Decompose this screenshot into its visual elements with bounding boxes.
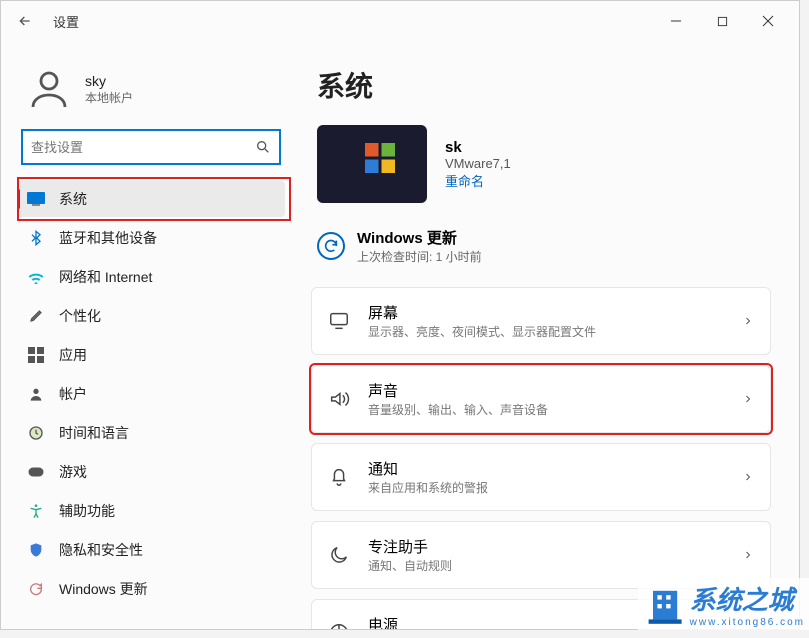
apps-icon bbox=[27, 346, 45, 364]
watermark-url: www.xitong86.com bbox=[690, 617, 805, 628]
nav-label: 辅助功能 bbox=[59, 501, 115, 521]
nav-label: 帐户 bbox=[59, 384, 87, 404]
card-display[interactable]: 屏幕 显示器、亮度、夜间模式、显示器配置文件 bbox=[311, 287, 771, 355]
nav-item-network[interactable]: 网络和 Internet bbox=[17, 259, 285, 295]
profile-account-type: 本地帐户 bbox=[85, 89, 133, 106]
card-notifications[interactable]: 通知 来自应用和系统的警报 bbox=[311, 443, 771, 511]
moon-icon bbox=[328, 544, 350, 566]
update-sync-icon bbox=[317, 232, 345, 260]
card-sub: 显示器、亮度、夜间模式、显示器配置文件 bbox=[368, 323, 596, 340]
sidebar: sky 本地帐户 系统 bbox=[1, 41, 301, 629]
bell-icon bbox=[328, 466, 350, 488]
nav-label: 隐私和安全性 bbox=[59, 540, 143, 560]
nav-item-apps[interactable]: 应用 bbox=[17, 337, 285, 373]
nav-item-accessibility[interactable]: 辅助功能 bbox=[17, 493, 285, 529]
nav-label: 蓝牙和其他设备 bbox=[59, 228, 157, 248]
windows-logo-icon bbox=[365, 143, 395, 173]
profile-block[interactable]: sky 本地帐户 bbox=[17, 61, 285, 129]
system-icon bbox=[27, 190, 45, 208]
chevron-right-icon bbox=[742, 471, 754, 483]
accessibility-icon bbox=[27, 502, 45, 520]
nav-label: 个性化 bbox=[59, 306, 101, 326]
window-controls bbox=[653, 5, 791, 37]
card-sub: 音量级别、输出、输入、声音设备 bbox=[368, 401, 548, 418]
clock-icon bbox=[27, 424, 45, 442]
search-box[interactable] bbox=[21, 129, 281, 165]
page-title: 系统 bbox=[317, 65, 771, 105]
search-icon bbox=[255, 139, 271, 155]
avatar-icon bbox=[25, 65, 73, 113]
card-title: 通知 bbox=[368, 458, 488, 479]
wifi-icon bbox=[27, 268, 45, 286]
nav-item-system[interactable]: 系统 bbox=[17, 181, 285, 217]
card-title: 电源 bbox=[368, 614, 536, 629]
chevron-right-icon bbox=[742, 393, 754, 405]
nav-item-accounts[interactable]: 帐户 bbox=[17, 376, 285, 412]
card-title: 专注助手 bbox=[368, 536, 452, 557]
device-name: sk bbox=[445, 139, 511, 156]
nav-label: 网络和 Internet bbox=[59, 267, 152, 287]
update-subtitle: 上次检查时间: 1 小时前 bbox=[357, 248, 482, 265]
device-block: sk VMware7,1 重命名 bbox=[317, 125, 771, 203]
maximize-button[interactable] bbox=[699, 5, 745, 37]
card-title: 屏幕 bbox=[368, 302, 596, 323]
nav-label: Windows 更新 bbox=[59, 579, 148, 599]
sound-icon bbox=[328, 388, 350, 410]
nav-item-privacy[interactable]: 隐私和安全性 bbox=[17, 532, 285, 568]
back-button[interactable] bbox=[9, 5, 41, 37]
device-thumbnail bbox=[317, 125, 427, 203]
watermark: 系统之城 www.xitong86.com bbox=[638, 578, 809, 630]
nav-item-gaming[interactable]: 游戏 bbox=[17, 454, 285, 490]
profile-name: sky bbox=[85, 73, 133, 89]
window-title: 设置 bbox=[53, 12, 79, 31]
nav-item-personalization[interactable]: 个性化 bbox=[17, 298, 285, 334]
gamepad-icon bbox=[27, 463, 45, 481]
device-model: VMware7,1 bbox=[445, 156, 511, 171]
card-sub: 来自应用和系统的警报 bbox=[368, 479, 488, 496]
settings-window: 设置 sky 本地帐户 bbox=[0, 0, 800, 630]
minimize-button[interactable] bbox=[653, 5, 699, 37]
nav-label: 游戏 bbox=[59, 462, 87, 482]
nav-item-bluetooth[interactable]: 蓝牙和其他设备 bbox=[17, 220, 285, 256]
update-title: Windows 更新 bbox=[357, 227, 482, 248]
card-title: 声音 bbox=[368, 380, 548, 401]
chevron-right-icon bbox=[742, 315, 754, 327]
brush-icon bbox=[27, 307, 45, 325]
update-icon bbox=[27, 580, 45, 598]
main-pane: 系统 sk VMware7,1 重命名 bbox=[301, 41, 799, 629]
watermark-logo-icon bbox=[642, 582, 686, 626]
rename-link[interactable]: 重命名 bbox=[445, 171, 511, 190]
watermark-text: 系统之城 bbox=[690, 580, 805, 617]
nav-list: 系统 蓝牙和其他设备 网络和 Internet bbox=[17, 181, 285, 607]
card-sound[interactable]: 声音 音量级别、输出、输入、声音设备 bbox=[311, 365, 771, 433]
card-sub: 通知、自动规则 bbox=[368, 557, 452, 574]
nav-item-time[interactable]: 时间和语言 bbox=[17, 415, 285, 451]
shield-icon bbox=[27, 541, 45, 559]
nav-label: 时间和语言 bbox=[59, 423, 129, 443]
titlebar: 设置 bbox=[1, 1, 799, 41]
update-block[interactable]: Windows 更新 上次检查时间: 1 小时前 bbox=[317, 227, 771, 265]
power-icon bbox=[328, 622, 350, 629]
bluetooth-icon bbox=[27, 229, 45, 247]
search-input[interactable] bbox=[31, 140, 255, 155]
nav-label: 系统 bbox=[59, 189, 87, 209]
nav-label: 应用 bbox=[59, 345, 87, 365]
close-button[interactable] bbox=[745, 5, 791, 37]
display-icon bbox=[328, 310, 350, 332]
chevron-right-icon bbox=[742, 549, 754, 561]
person-icon bbox=[27, 385, 45, 403]
nav-item-update[interactable]: Windows 更新 bbox=[17, 571, 285, 607]
